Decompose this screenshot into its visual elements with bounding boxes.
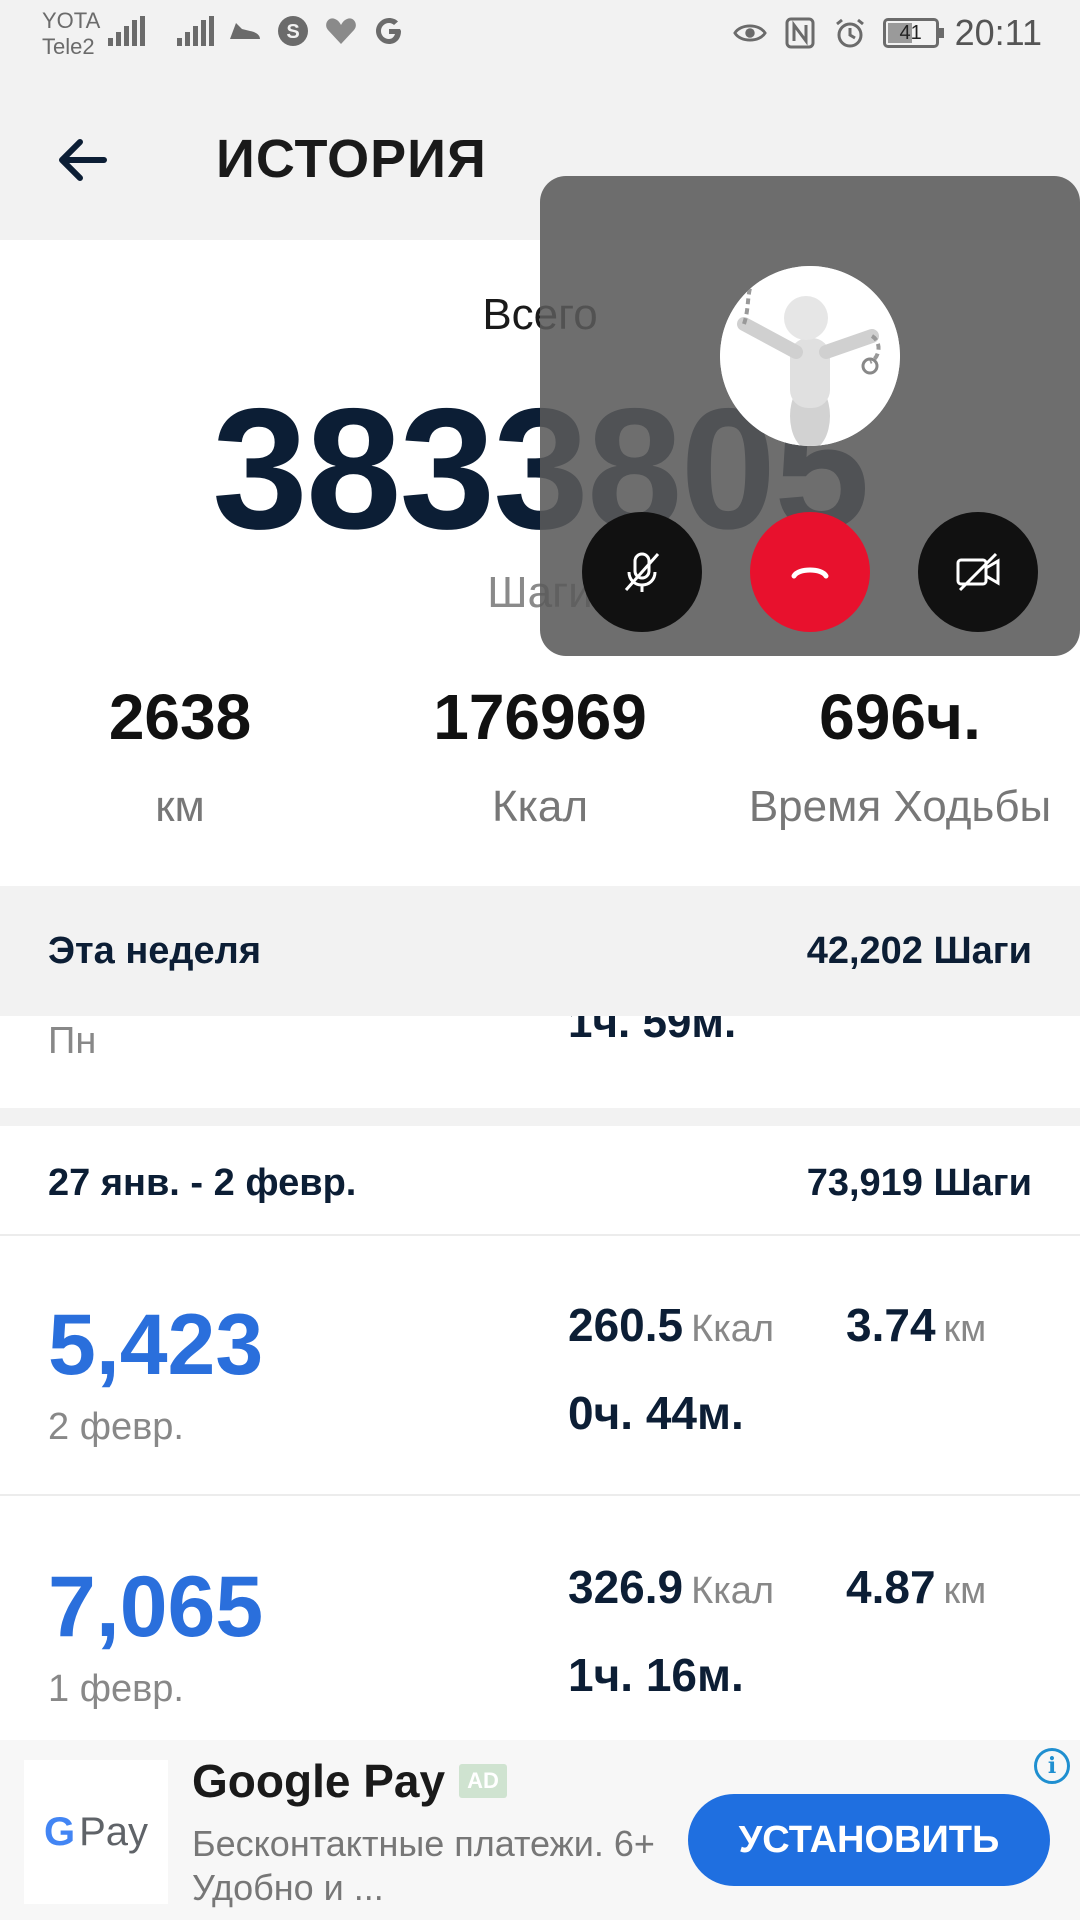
stat-unit: Время Ходьбы [748,782,1052,831]
carrier-1: YOTA [42,8,101,33]
stat-unit: км [155,782,205,831]
day-duration: 1ч. 59м. [568,1016,737,1047]
day-steps: 7,065 [48,1559,264,1655]
hang-up-icon [791,567,829,579]
ad-banner[interactable]: G Pay Google Pay AD Бесконтактные платежи… [0,1740,1080,1920]
install-button[interactable]: УСТАНОВИТЬ [688,1794,1050,1886]
mute-button[interactable] [582,512,702,632]
km-unit: км [943,1308,987,1350]
carrier-2: Tele2 [42,34,95,59]
section-divider [0,1108,1080,1126]
google-g-letter: G [43,1809,76,1854]
battery-icon: 41 [882,18,944,48]
list-item[interactable]: Пн 1ч. 59м. [0,1016,1080,1108]
week-range-header[interactable]: 27 янв. - 2 февр. 73,919 Шаги [0,1126,1080,1236]
alarm-icon [833,16,867,50]
info-icon[interactable]: i [1034,1748,1070,1784]
video-off-icon [956,552,1000,592]
kcal-unit: Ккал [691,1308,775,1350]
day-kcal: 326.9 Ккал [568,1560,774,1614]
google-pay-logo-text: Pay [79,1809,149,1854]
stat-unit: Ккал [492,782,588,831]
week-range-label: 27 янв. - 2 февр. [48,1162,357,1204]
ad-title: Google Pay [192,1755,446,1807]
stat-distance: 2638 км [0,680,360,832]
day-duration: 0ч. 44м. [568,1387,744,1439]
ad-title-row: Google Pay AD [192,1754,507,1808]
signal-1-icon [108,16,145,46]
this-week-steps: 42,202 Шаги [806,930,1032,972]
list-item[interactable]: 5,423 2 февр. 260.5 Ккал 3.74 км 0ч. 44м. [0,1236,1080,1496]
carrier-names: YOTA Tele2 [42,8,100,60]
mic-off-icon [624,552,660,592]
status-icons-right: 41 20:11 [732,12,1042,54]
arrow-left-icon [59,139,107,181]
km-value: 3.74 [846,1299,936,1351]
km-value: 4.87 [846,1561,936,1613]
list-item[interactable]: 7,065 1 февр. 326.9 Ккал 4.87 км 1ч. 16м. [0,1498,1080,1758]
ad-description: Бесконтактные платежи. 6+ Удобно и ... [192,1823,655,1908]
camera-off-button[interactable] [918,512,1038,632]
svg-text:S: S [286,21,299,43]
hang-up-button[interactable] [750,512,870,632]
km-unit: км [943,1570,987,1612]
clock: 20:11 [954,12,1042,53]
stat-value: 176969 [433,681,647,753]
day-date: 1 февр. [48,1668,184,1710]
day-steps: 5,423 [48,1297,264,1393]
google-icon [372,14,406,48]
call-overlay[interactable] [540,176,1080,656]
this-week-label: Эта неделя [48,930,261,972]
day-km: 3.74 км [846,1298,986,1352]
stat-value: 2638 [108,681,252,753]
heart-icon [324,14,358,48]
stat-walk-time: 696ч. Время Ходьбы [720,680,1080,832]
day-label: Пн [48,1020,97,1062]
signal-2-icon [177,16,214,46]
back-button[interactable] [52,128,116,192]
stat-value: 696ч. [819,681,981,753]
status-bar: YOTA Tele2 S 41 20:11 [0,0,1080,80]
day-duration: 1ч. 16м. [568,1649,744,1701]
shoe-icon [228,14,262,48]
page-title: ИСТОРИЯ [216,129,487,189]
ad-badge: AD [459,1764,507,1798]
this-week-header[interactable]: Эта неделя 42,202 Шаги [0,886,1080,1016]
day-date: 2 февр. [48,1406,184,1448]
week-range-steps: 73,919 Шаги [806,1162,1032,1204]
eye-icon [732,16,767,50]
kcal-unit: Ккал [691,1570,775,1612]
battery-level: 41 [899,21,922,44]
kcal-value: 326.9 [568,1561,684,1613]
day-km: 4.87 км [846,1560,986,1614]
kcal-value: 260.5 [568,1299,684,1351]
status-icons-left: S [108,14,406,48]
google-pay-logo: G Pay [24,1760,168,1904]
day-kcal: 260.5 Ккал [568,1298,774,1352]
stat-calories: 176969 Ккал [360,680,720,832]
avatar [720,266,900,446]
skype-icon: S [276,14,310,48]
nfc-icon [783,16,817,50]
summary-stats: 2638 км 176969 Ккал 696ч. Время Ходьбы [0,680,1080,832]
